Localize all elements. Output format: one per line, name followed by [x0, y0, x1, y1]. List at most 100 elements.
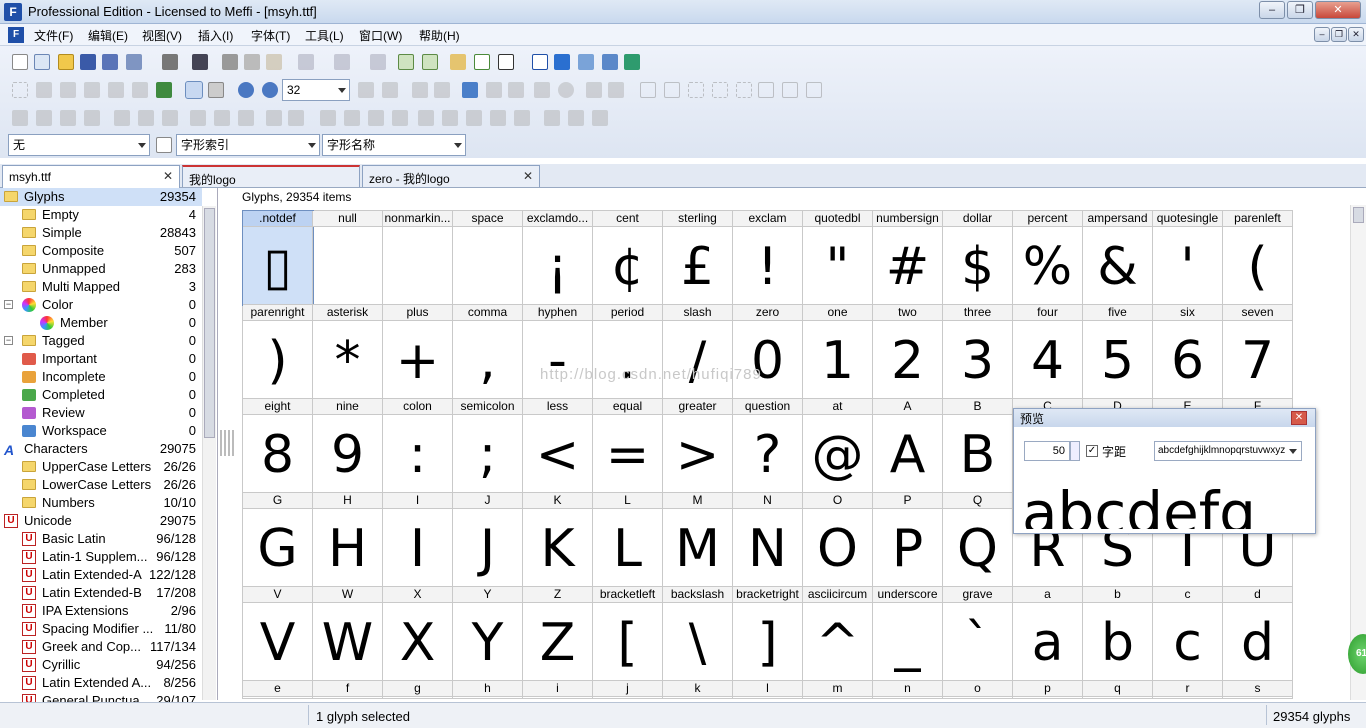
glyph-cell[interactable]: ampersand & — [1083, 211, 1153, 305]
scroll-thumb[interactable] — [204, 208, 215, 438]
grid-scrollbar[interactable] — [1350, 205, 1366, 700]
glyph-cell[interactable]: g — [383, 681, 453, 699]
glyph-cell[interactable]: VV — [243, 587, 313, 681]
add-folder-icon[interactable] — [422, 54, 438, 70]
collapse-icon[interactable]: − — [4, 336, 13, 345]
glyph-cell[interactable]: null — [313, 211, 383, 305]
tree-item[interactable]: Incomplete 0 — [0, 368, 202, 386]
glyph-cell[interactable]: .notdef ▯ — [242, 210, 314, 306]
glyph-cell[interactable]: s — [1223, 681, 1293, 699]
glyph-cell[interactable]: cc — [1153, 587, 1223, 681]
glyph-cell[interactable]: two 2 — [873, 305, 943, 399]
intersect-icon[interactable] — [568, 110, 584, 126]
text-tool-icon[interactable] — [498, 54, 514, 70]
document-icon[interactable]: F — [8, 27, 24, 43]
glyph-cell[interactable]: q — [1083, 681, 1153, 699]
glyph-cell[interactable]: KK — [523, 493, 593, 587]
glyph-cell[interactable]: GG — [243, 493, 313, 587]
glyph-cell[interactable]: three 3 — [943, 305, 1013, 399]
menu-tools[interactable]: 工具(L) — [305, 27, 344, 44]
glyph-cell[interactable]: one 1 — [803, 305, 873, 399]
align-icon-4[interactable] — [84, 110, 100, 126]
check-icon[interactable] — [554, 54, 570, 70]
background-image-icon[interactable] — [462, 82, 478, 98]
size-stepper[interactable] — [1070, 441, 1080, 461]
menu-edit[interactable]: 编辑(E) — [88, 27, 128, 44]
sort-icon[interactable] — [156, 137, 172, 153]
glyph-cell[interactable]: backslash \ — [663, 587, 733, 681]
glyph-cell[interactable]: aa — [1013, 587, 1083, 681]
tree-item[interactable]: − Tagged 0 — [0, 332, 202, 350]
export-icon[interactable] — [126, 54, 142, 70]
close-button[interactable]: ✕ — [1315, 1, 1361, 19]
glyph-cell[interactable]: AA — [873, 399, 943, 493]
copy-icon[interactable] — [244, 54, 260, 70]
tree-item[interactable]: U Basic Latin 96/128 — [0, 530, 202, 548]
glyph-cell[interactable]: underscore _ — [873, 587, 943, 681]
flip-icon[interactable] — [320, 110, 336, 126]
cut-icon[interactable] — [222, 54, 238, 70]
glyph-cell[interactable]: less < — [523, 399, 593, 493]
segments-icon[interactable] — [806, 82, 822, 98]
union-icon[interactable] — [544, 110, 560, 126]
close-icon[interactable]: ✕ — [1291, 411, 1307, 425]
new-file-icon[interactable] — [12, 54, 28, 70]
tree-item[interactable]: − Color 0 — [0, 296, 202, 314]
glyph-cell[interactable]: i — [523, 681, 593, 699]
eraser-icon[interactable] — [132, 82, 148, 98]
glyph-cell[interactable]: o — [943, 681, 1013, 699]
add-glyph-icon[interactable] — [398, 54, 414, 70]
tree-item[interactable]: UpperCase Letters 26/26 — [0, 458, 202, 476]
glyph-cell[interactable]: BB — [943, 399, 1013, 493]
glyph-cell[interactable]: numbersign # — [873, 211, 943, 305]
glyph-cell[interactable]: HH — [313, 493, 383, 587]
glyph-cell[interactable]: seven 7 — [1223, 305, 1293, 399]
glyph-cell[interactable]: bracketright] — [733, 587, 803, 681]
hand-icon[interactable] — [60, 82, 76, 98]
grid-icon[interactable] — [640, 82, 656, 98]
tree-item[interactable]: Empty 4 — [0, 206, 202, 224]
tree-item[interactable]: U IPA Extensions 2/96 — [0, 602, 202, 620]
hint-icon[interactable] — [758, 82, 774, 98]
glyph-cell[interactable]: slash / — [663, 305, 733, 399]
glyph-index-select[interactable]: 字形索引 — [176, 134, 320, 156]
open-folder-icon[interactable] — [58, 54, 74, 70]
glyph-cell[interactable]: question? — [733, 399, 803, 493]
glyph-cell[interactable]: dollar $ — [943, 211, 1013, 305]
glyph-cell[interactable]: h — [453, 681, 523, 699]
tree-item[interactable]: U Latin Extended-A 122/128 — [0, 566, 202, 584]
glyph-cell[interactable]: PP — [873, 493, 943, 587]
filter-select[interactable]: 无 — [8, 134, 150, 156]
glyph-cell[interactable]: YY — [453, 587, 523, 681]
line-icon[interactable] — [508, 82, 524, 98]
glyph-cell[interactable]: asciicircum ^ — [803, 587, 873, 681]
zoom-out-icon[interactable] — [262, 82, 278, 98]
measure-icon[interactable] — [84, 82, 100, 98]
close-icon[interactable]: ✕ — [163, 169, 173, 183]
tree-item[interactable]: Workspace 0 — [0, 422, 202, 440]
align-bottom-icon[interactable] — [238, 110, 254, 126]
snap-icon[interactable] — [664, 82, 680, 98]
paste-icon[interactable] — [266, 54, 282, 70]
guides-icon[interactable] — [736, 82, 752, 98]
preview-text-select[interactable]: abcdefghijklmnopqrstuvwxyz — [1154, 441, 1302, 461]
rotate-back-icon[interactable] — [392, 110, 408, 126]
mirror-icon[interactable] — [344, 110, 360, 126]
pen-icon[interactable] — [108, 82, 124, 98]
glyph-cell[interactable]: grave ` — [943, 587, 1013, 681]
distribute-v-icon[interactable] — [288, 110, 304, 126]
glyph-cell[interactable]: ZZ — [523, 587, 593, 681]
grid-view-icon[interactable] — [185, 81, 203, 99]
tree-item[interactable]: U Latin-1 Supplem... 96/128 — [0, 548, 202, 566]
join-icon[interactable] — [608, 82, 624, 98]
glyph-cell[interactable]: plus + — [383, 305, 453, 399]
glyph-cell[interactable]: WW — [313, 587, 383, 681]
glyph-cell[interactable]: NN — [733, 493, 803, 587]
mdi-minimize-button[interactable]: – — [1314, 27, 1330, 42]
align-right-icon[interactable] — [162, 110, 178, 126]
glyph-cell[interactable]: four 4 — [1013, 305, 1083, 399]
tree-item[interactable]: U Cyrillic 94/256 — [0, 656, 202, 674]
maximize-button[interactable]: ❐ — [1287, 1, 1313, 19]
tree-item[interactable]: U Unicode 29075 — [0, 512, 202, 530]
tab-mylogo[interactable]: 我的logo — [182, 165, 360, 187]
